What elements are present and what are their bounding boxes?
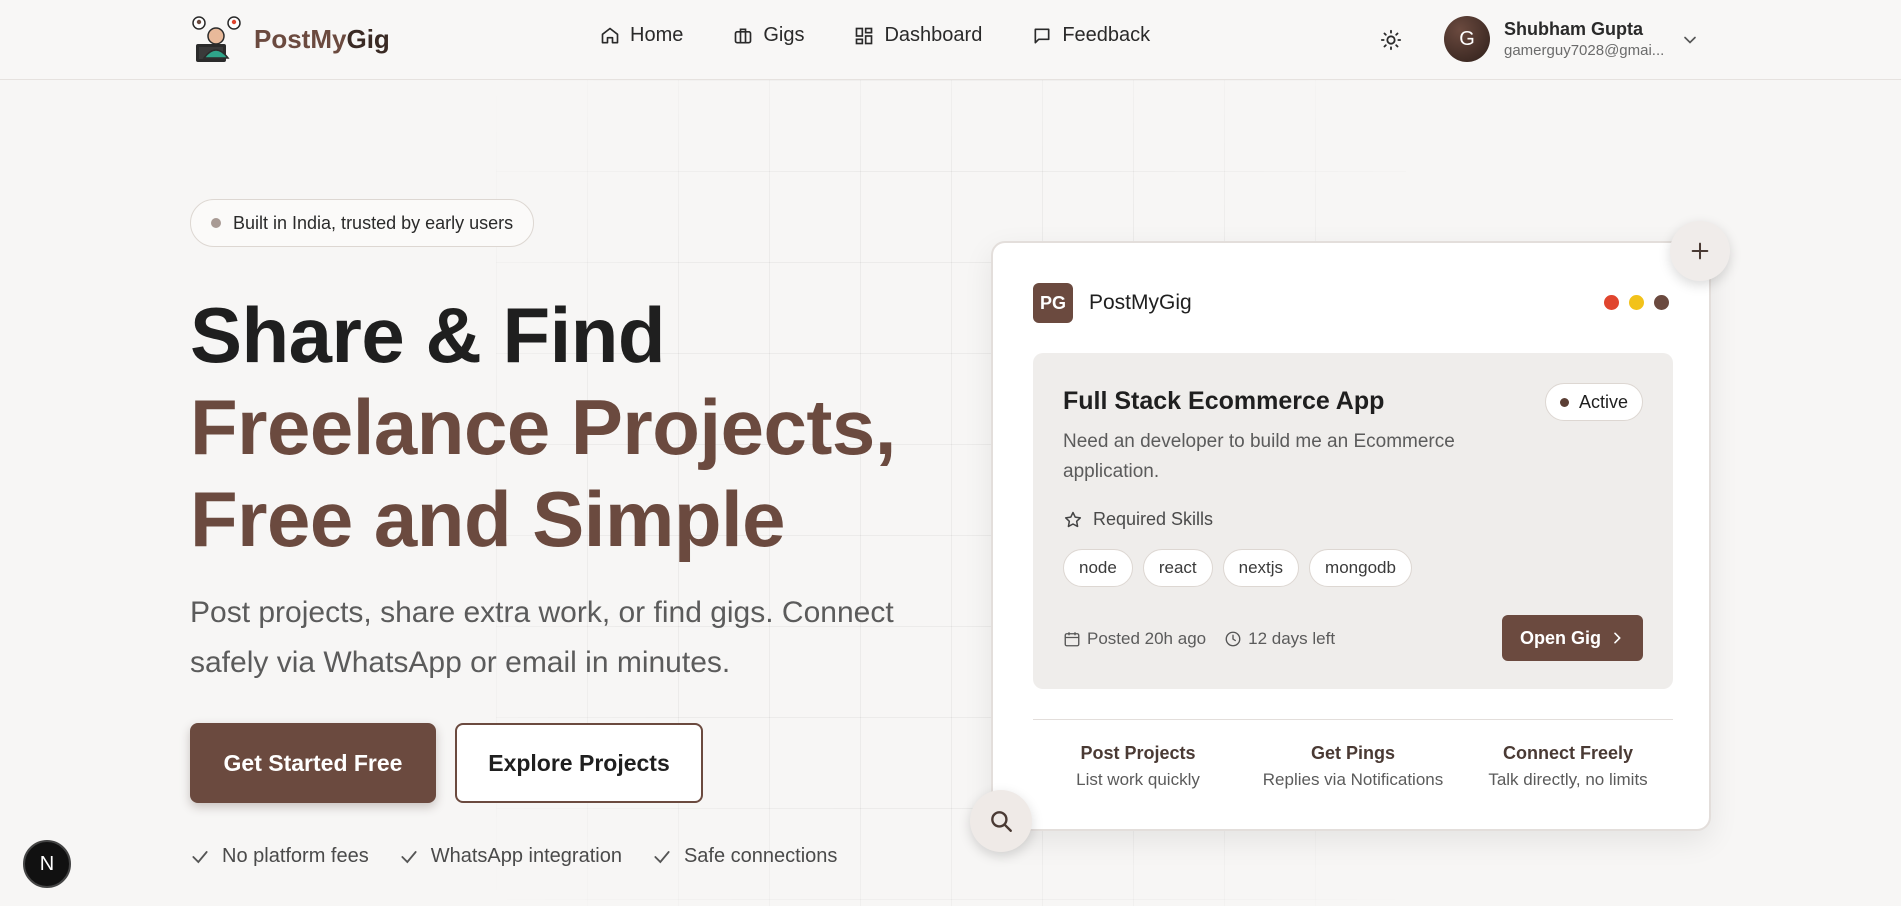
divider — [1033, 719, 1673, 720]
user-menu[interactable]: G Shubham Gupta gamerguy7028@gmai... — [1444, 16, 1664, 62]
navbar: PostMyGig Home Gigs Dashboard Feedback G… — [0, 0, 1901, 80]
check-icon — [401, 850, 417, 863]
add-button[interactable] — [1670, 221, 1730, 281]
skill-tag: nextjs — [1222, 549, 1300, 587]
user-email: gamerguy7028@gmai... — [1504, 42, 1665, 59]
skill-tag: react — [1142, 549, 1213, 587]
brand-name-part2: Gig — [346, 23, 390, 54]
open-gig-label: Open Gig — [1520, 627, 1601, 648]
hero-title-line3: Free and Simple — [190, 475, 786, 563]
status-dot — [1559, 397, 1569, 407]
brown-dot — [1654, 295, 1669, 310]
posted-time: Posted 20h ago — [1063, 629, 1206, 649]
card-logo: PG — [1033, 283, 1073, 323]
brand-name-part1: PostMy — [254, 23, 347, 54]
plus-icon — [1691, 242, 1709, 260]
calendar-icon — [1064, 632, 1080, 647]
check-icon — [654, 850, 670, 863]
user-name: Shubham Gupta — [1504, 19, 1643, 39]
badge-dot — [211, 218, 221, 228]
posted-text: Posted 20h ago — [1087, 629, 1207, 648]
card-app-name: PostMyGig — [1089, 291, 1192, 314]
dashboard-icon — [856, 27, 873, 44]
brand-name: PostMyGig — [254, 24, 390, 55]
nav-feedback[interactable]: Feedback — [1032, 24, 1150, 47]
search-icon — [991, 811, 1012, 832]
feature-label: Safe connections — [683, 845, 838, 867]
gig-card: Full Stack Ecommerce App Active Need an … — [1033, 353, 1673, 689]
feature-label: WhatsApp integration — [430, 845, 622, 867]
deadline-text: 12 days left — [1248, 629, 1336, 648]
chevron-down-icon[interactable] — [1680, 30, 1700, 50]
feature-item: WhatsApp integration — [399, 845, 622, 868]
stat-title: Connect Freely — [1502, 743, 1634, 763]
stat-desc: List work quickly — [1076, 770, 1200, 789]
stat-desc: Replies via Notifications — [1262, 770, 1444, 789]
skill-tags: node react nextjs mongodb — [1063, 549, 1412, 587]
gig-title: Full Stack Ecommerce App — [1063, 387, 1385, 415]
nextjs-dev-indicator[interactable]: N — [23, 840, 71, 888]
skill-tag: mongodb — [1309, 549, 1412, 587]
status-label: Active — [1578, 391, 1628, 412]
gig-description: Need an developer to build me an Ecommer… — [1063, 431, 1455, 482]
feature-item: No platform fees — [190, 845, 369, 868]
hero-title-line2: Freelance Projects, — [190, 383, 896, 471]
clock-icon — [1225, 631, 1241, 647]
skills-heading: Required Skills — [1063, 509, 1213, 530]
nav-gigs[interactable]: Gigs — [733, 24, 804, 47]
hero-title-line1: Share & Find — [190, 291, 666, 379]
status-badge: Active — [1544, 383, 1643, 421]
main-nav: Home Gigs Dashboard Feedback — [600, 24, 1200, 47]
stat-title: Get Pings — [1310, 743, 1395, 763]
hero-badge-text: Built in India, trusted by early users — [233, 212, 514, 233]
nav-home[interactable]: Home — [600, 24, 683, 47]
feature-label: No platform fees — [222, 845, 369, 867]
card-header: PG PostMyGig — [1033, 283, 1192, 323]
logo-link[interactable]: PostMyGig — [190, 14, 390, 64]
hero-badge: Built in India, trusted by early users — [190, 199, 535, 247]
logo-icon — [192, 16, 241, 62]
stat-item: Connect Freely Talk directly, no limits — [1463, 743, 1673, 790]
briefcase-icon — [735, 28, 752, 43]
check-icon — [192, 850, 208, 863]
search-button[interactable] — [970, 790, 1032, 852]
stat-title: Post Projects — [1080, 743, 1196, 763]
home-icon — [601, 27, 619, 44]
card-stats: Post Projects List work quickly Get Ping… — [1033, 743, 1673, 790]
user-info: Shubham Gupta gamerguy7028@gmai... — [1504, 19, 1664, 59]
preview-card: PG PostMyGig Full Stack Ecommerce App Ac… — [991, 241, 1711, 831]
gig-meta: Posted 20h ago 12 days left — [1063, 629, 1335, 649]
nav-feedback-label: Feedback — [1062, 24, 1151, 46]
stat-item: Get Pings Replies via Notifications — [1248, 743, 1458, 790]
window-dots — [1604, 295, 1669, 310]
skills-heading-text: Required Skills — [1093, 509, 1214, 529]
open-gig-button[interactable]: Open Gig — [1502, 615, 1643, 661]
hero-subtitle: Post projects, share extra work, or find… — [190, 596, 894, 679]
nav-dashboard[interactable]: Dashboard — [854, 24, 982, 47]
yellow-dot — [1629, 295, 1644, 310]
skill-tag: node — [1063, 549, 1133, 587]
explore-projects-button[interactable]: Explore Projects — [455, 723, 703, 803]
get-started-button[interactable]: Get Started Free — [190, 723, 436, 803]
nav-gigs-label: Gigs — [763, 24, 805, 46]
chevron-right-icon — [1614, 632, 1621, 644]
star-icon — [1064, 511, 1082, 527]
avatar: G — [1444, 16, 1490, 62]
red-dot — [1604, 295, 1619, 310]
nav-dashboard-label: Dashboard — [884, 24, 983, 46]
feature-item: Safe connections — [652, 845, 837, 868]
theme-toggle-sun-icon[interactable] — [1380, 29, 1402, 51]
message-icon — [1034, 28, 1050, 44]
feature-list: No platform fees WhatsApp integration Sa… — [190, 845, 837, 868]
deadline: 12 days left — [1224, 629, 1335, 649]
nav-home-label: Home — [630, 24, 684, 46]
stat-item: Post Projects List work quickly — [1033, 743, 1243, 790]
stat-desc: Talk directly, no limits — [1488, 770, 1648, 789]
